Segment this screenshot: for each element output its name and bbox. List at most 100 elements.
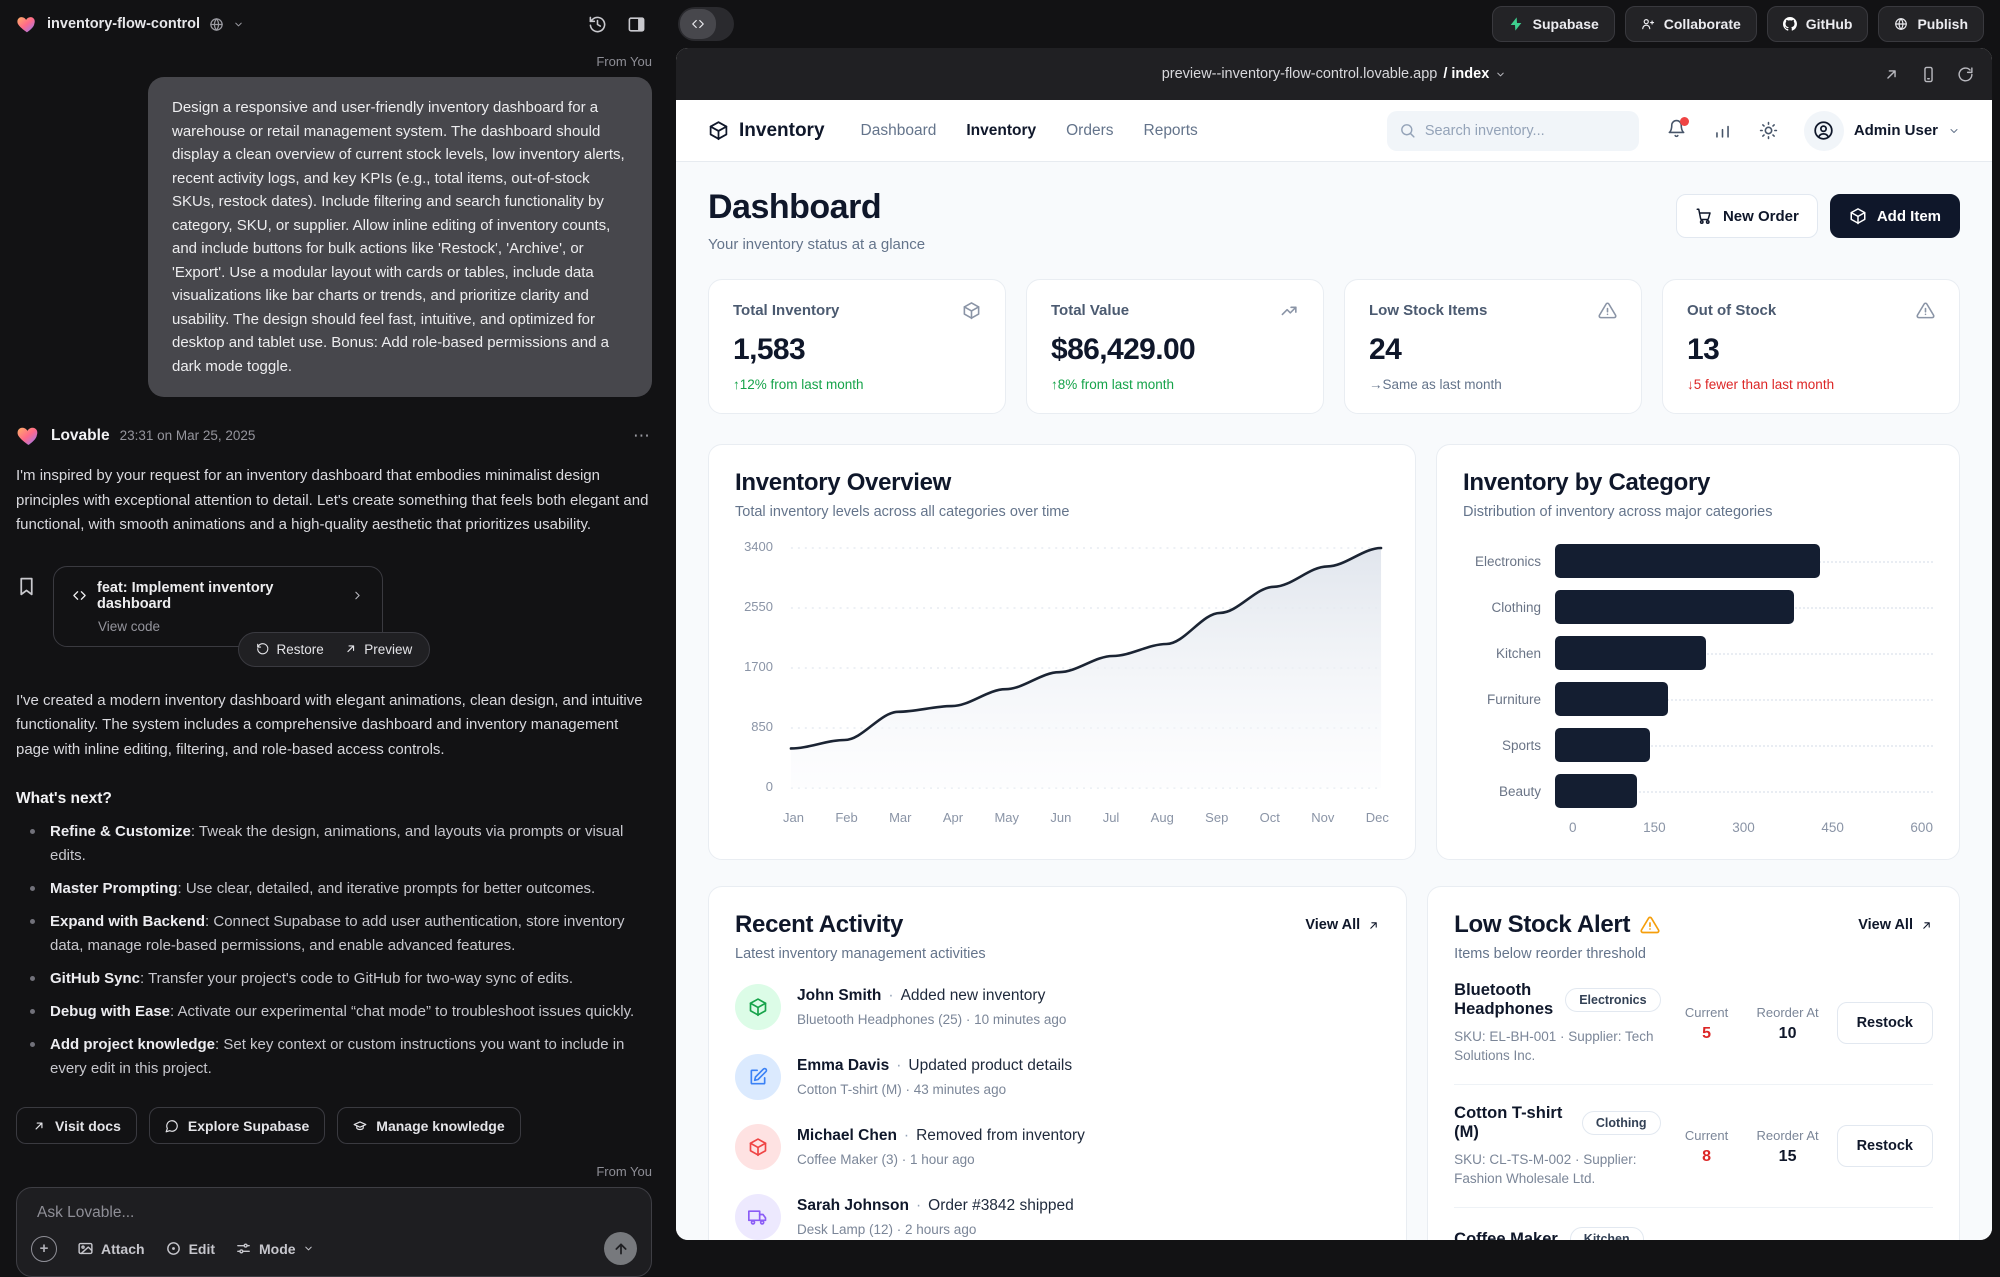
open-external-icon[interactable] [1883,66,1900,83]
kpi-value: 1,583 [733,333,981,367]
activity-row: Sarah Johnson·Order #3842 shipped Desk L… [735,1194,1380,1240]
chevron-down-icon [303,1243,314,1254]
message-timestamp: 23:31 on Mar 25, 2025 [120,428,256,443]
sidebar-panel-icon[interactable] [627,15,646,34]
history-icon[interactable] [588,15,607,34]
low-stock-row: Coffee MakerKitchen SKU: KT-CM-003 · Sup… [1454,1208,1933,1240]
code-icon [691,17,705,31]
top-bar: inventory-flow-control Supabase Collabor… [0,0,2000,48]
kpi-card-total-inventory: Total Inventory 1,583 ↑12% from last mon… [708,279,1006,414]
explore-supabase-button[interactable]: Explore Supabase [149,1107,325,1144]
bookmark-icon[interactable] [16,576,37,597]
code-mode-toggle[interactable] [678,7,734,41]
assistant-summary-text: I've created a modern inventory dashboar… [16,689,652,763]
project-menu[interactable]: inventory-flow-control [16,13,244,35]
restore-button[interactable]: Restore [256,642,324,657]
bar-row: Beauty [1463,774,1933,808]
low-stock-alert-card: Low Stock Alert Items below reorder thre… [1427,886,1960,1240]
lovable-logo-icon [16,13,38,35]
app-page: Inventory Dashboard Inventory Orders Rep… [676,100,1992,1240]
chart-title: Inventory Overview [735,469,1389,497]
restock-button[interactable]: Restock [1837,1002,1933,1044]
image-icon [77,1240,94,1257]
list-item: Debug with Ease: Activate our experiment… [16,1000,652,1024]
search-input[interactable] [1387,111,1639,151]
activity-row: Emma Davis·Updated product details Cotto… [735,1054,1380,1100]
graduation-cap-icon [353,1119,367,1133]
view-all-link[interactable]: View All [1305,917,1380,933]
people-icon [1641,17,1655,31]
bar-row: Clothing [1463,590,1933,624]
chat-input[interactable]: Ask Lovable... + Attach Edit Mode [16,1187,652,1277]
list-item: Expand with Backend: Connect Supabase to… [16,910,652,958]
chart-title: Inventory by Category [1463,469,1933,497]
account-menu[interactable]: Admin User [1804,111,1960,151]
bar [1555,636,1706,670]
collaborate-button[interactable]: Collaborate [1625,6,1757,42]
kpi-value: 13 [1687,333,1935,367]
nav-dashboard[interactable]: Dashboard [861,122,937,140]
preview-url[interactable]: preview--inventory-flow-control.lovable.… [1162,66,1507,82]
x-axis-labels: JanFebMarAprMayJunJulAugSepOctNovDec [783,810,1389,825]
user-message-bubble: Design a responsive and user-friendly in… [148,77,652,397]
nav-reports[interactable]: Reports [1144,122,1198,140]
kpi-value: 24 [1369,333,1617,367]
edit-button[interactable]: Edit [165,1240,215,1257]
preview-button[interactable]: Preview [344,642,413,657]
chat-panel: From You Design a responsive and user-fr… [0,48,676,1248]
from-you-label: From You [16,1164,652,1179]
user-circle-icon [1813,120,1834,141]
supabase-button[interactable]: Supabase [1492,6,1615,42]
package-minus-icon [735,1124,781,1170]
kpi-delta: ↓5 fewer than last month [1687,377,1935,392]
kpi-card-total-value: Total Value $86,429.00 ↑8% from last mon… [1026,279,1324,414]
message-menu-icon[interactable]: ⋯ [633,426,652,446]
restore-preview-pill: Restore Preview [238,632,430,667]
github-icon [1783,17,1797,31]
whats-next-list: Refine & Customize: Tweak the design, an… [16,820,652,1081]
app-brand[interactable]: Inventory [708,120,825,142]
theme-sun-icon[interactable] [1759,121,1778,140]
code-icon [72,588,87,603]
bar-rows: ElectronicsClothingKitchenFurnitureSport… [1463,544,1933,808]
bar [1555,774,1637,808]
visit-docs-button[interactable]: Visit docs [16,1107,137,1144]
assistant-name: Lovable [51,427,110,445]
publish-button[interactable]: Publish [1878,6,1984,42]
chart-subtitle: Total inventory levels across all catego… [735,504,1389,520]
version-title: feat: Implement inventory dashboard [97,580,341,612]
restock-button[interactable]: Restock [1837,1125,1933,1167]
nav-orders[interactable]: Orders [1066,122,1113,140]
edit-pencil-icon [735,1054,781,1100]
chat-input-placeholder: Ask Lovable... [37,1204,637,1222]
inventory-overview-chart: Inventory Overview Total inventory level… [708,444,1416,860]
chevron-down-icon [233,19,244,30]
category-badge: Electronics [1565,988,1660,1012]
restore-icon [256,642,270,656]
nav-inventory[interactable]: Inventory [966,122,1036,140]
manage-knowledge-button[interactable]: Manage knowledge [337,1107,520,1144]
mobile-view-icon[interactable] [1920,66,1937,83]
list-item: Refine & Customize: Tweak the design, an… [16,820,652,868]
card-subtitle: Latest inventory management activities [735,946,986,962]
notifications-bell-icon[interactable] [1667,119,1686,142]
github-button[interactable]: GitHub [1767,6,1869,42]
mode-dropdown[interactable]: Mode [235,1240,314,1257]
assistant-intro-text: I'm inspired by your request for an inve… [16,464,652,538]
view-all-link[interactable]: View All [1858,917,1933,933]
card-subtitle: Items below reorder threshold [1454,946,1660,962]
bar-row: Electronics [1463,544,1933,578]
attach-button[interactable]: Attach [77,1240,145,1257]
analytics-icon[interactable] [1713,121,1732,140]
avatar [1804,111,1844,151]
nav-links: Dashboard Inventory Orders Reports [861,122,1198,140]
arrow-up-icon [613,1241,629,1257]
bar [1555,590,1794,624]
add-icon[interactable]: + [31,1236,57,1262]
external-link-icon [32,1119,46,1133]
new-order-button[interactable]: New Order [1676,194,1818,238]
alert-triangle-icon [1640,915,1660,935]
refresh-icon[interactable] [1957,66,1974,83]
send-button[interactable] [604,1232,637,1265]
add-item-button[interactable]: Add Item [1830,194,1960,238]
